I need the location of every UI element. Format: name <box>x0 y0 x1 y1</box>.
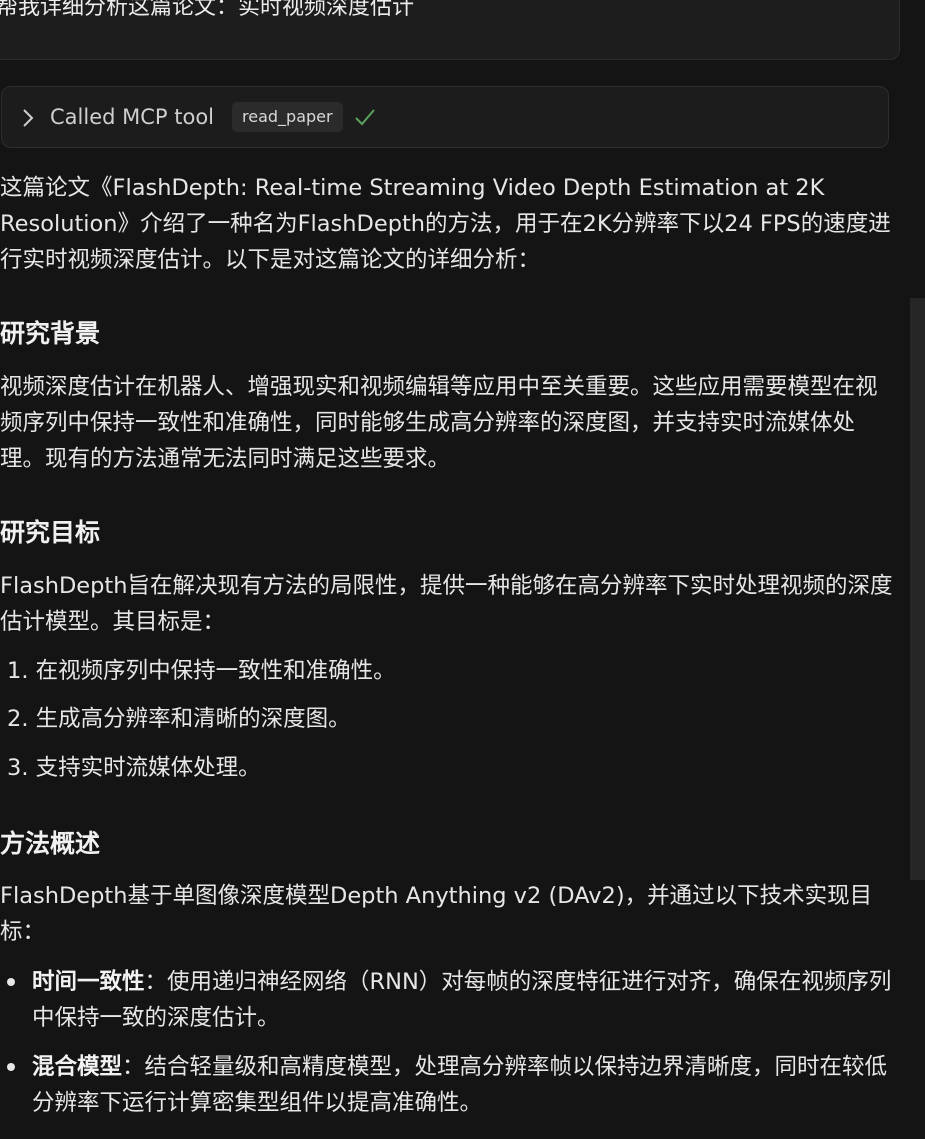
bullet-text: 时间一致性：使用递归神经网络（RNN）对每帧的深度特征进行对齐，确保在视频序列中… <box>32 964 892 1036</box>
bullet-term: 混合模型 <box>32 1054 123 1080</box>
bullet-term: 时间一致性 <box>32 969 145 995</box>
bullet-dot <box>7 1063 15 1071</box>
heading-method: 方法概述 <box>0 829 101 858</box>
bullet-text: 混合模型：结合轻量级和高精度模型，处理高分辨率帧以保持边界清晰度，同时在较低分辨… <box>32 1049 892 1121</box>
scrollbar-thumb[interactable] <box>910 298 925 880</box>
user-message-text: 帮我详细分析这篇论文：实时视频深度估计 <box>0 0 415 20</box>
bullet-dot <box>7 978 15 986</box>
tool-call-row[interactable]: Called MCP tool read_paper <box>1 86 889 148</box>
bullet-description: ：使用递归神经网络（RNN）对每帧的深度特征进行对齐，确保在视频序列中保持一致的… <box>32 969 892 1031</box>
user-message-bubble: 帮我详细分析这篇论文：实时视频深度估计 <box>0 0 900 60</box>
goals-paragraph: FlashDepth旨在解决现有方法的局限性，提供一种能够在高分辨率下实时处理视… <box>0 573 893 635</box>
intro-paragraph: 这篇论文《FlashDepth: Real-time Streaming Vid… <box>0 175 891 273</box>
method-paragraph: FlashDepth基于单图像深度模型Depth Anything v2 (DA… <box>0 883 873 945</box>
background-paragraph: 视频深度估计在机器人、增强现实和视频编辑等应用中至关重要。这些应用需要模型在视频… <box>0 374 878 472</box>
tool-call-label: Called MCP tool <box>50 105 215 129</box>
check-icon <box>355 109 375 126</box>
list-item: 1. 在视频序列中保持一致性和准确性。 <box>7 658 396 684</box>
heading-background: 研究背景 <box>0 319 101 348</box>
tool-name-badge: read_paper <box>232 102 343 132</box>
heading-goals: 研究目标 <box>0 518 101 547</box>
chevron-right-icon[interactable] <box>20 107 36 129</box>
list-item: 2. 生成高分辨率和清晰的深度图。 <box>7 706 351 732</box>
bullet-description: ：结合轻量级和高精度模型，处理高分辨率帧以保持边界清晰度，同时在较低分辨率下运行… <box>32 1054 888 1116</box>
list-item: 3. 支持实时流媒体处理。 <box>7 755 261 781</box>
